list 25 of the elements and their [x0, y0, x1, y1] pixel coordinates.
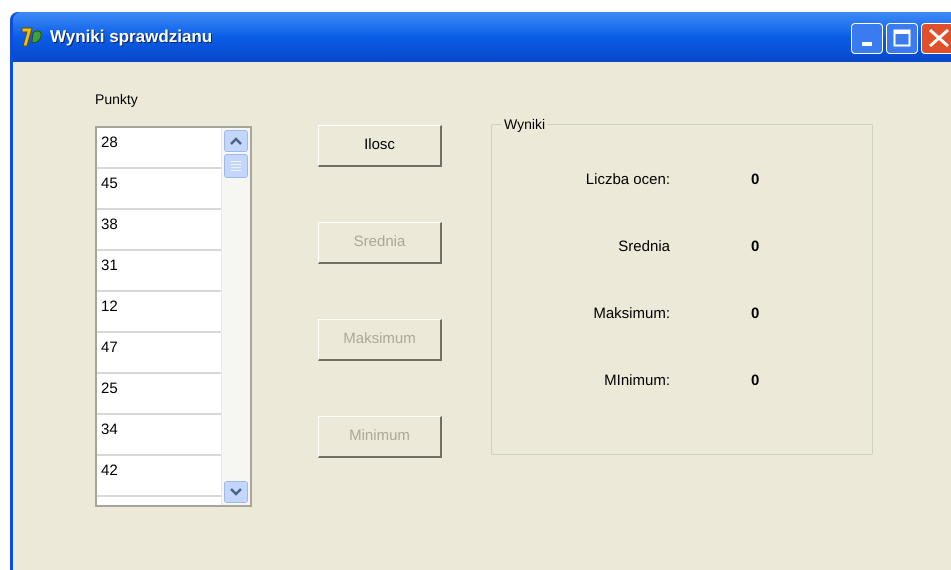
result-value: 0	[751, 170, 760, 190]
scroll-up-button[interactable]	[224, 130, 248, 152]
app-icon	[20, 25, 44, 49]
caret-down-icon	[230, 488, 242, 496]
result-label: MInimum:	[603, 370, 670, 391]
caret-up-icon	[230, 137, 242, 145]
result-value: 0	[751, 370, 760, 391]
result-value: 0	[751, 236, 760, 257]
scroll-down-button[interactable]	[224, 481, 248, 503]
minimize-button[interactable]	[851, 22, 883, 54]
result-label: Liczba ocen:	[584, 170, 670, 190]
maximize-icon	[893, 29, 911, 47]
window-title: Wyniki sprawdzianu	[50, 26, 212, 48]
group-title: Wyniki	[502, 116, 548, 132]
result-label: Srednia	[617, 236, 670, 257]
maximize-button[interactable]	[886, 22, 918, 54]
action-button[interactable]: Ilosc	[318, 125, 442, 167]
minimize-icon	[862, 42, 872, 46]
close-button[interactable]	[921, 22, 951, 54]
scrollbar[interactable]	[221, 128, 250, 505]
result-value: 0	[751, 304, 760, 324]
result-label: Maksimum:	[592, 304, 670, 324]
list-label: Punkty	[95, 90, 139, 109]
close-icon	[927, 28, 951, 48]
scroll-thumb[interactable]	[224, 154, 248, 178]
